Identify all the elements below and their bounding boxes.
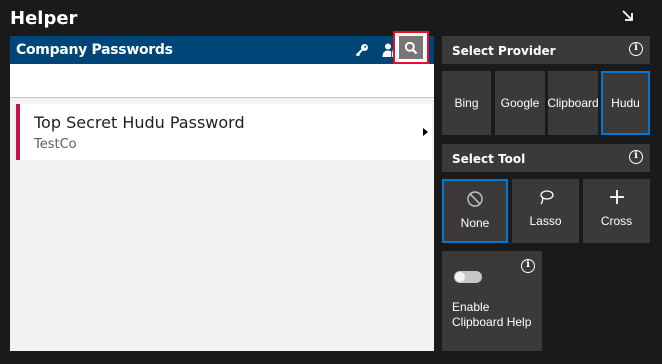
select-tool-title: Select Tool: [452, 152, 526, 166]
provider-label: Google: [500, 96, 540, 110]
plus-icon: [609, 190, 624, 204]
collapse-arrow-icon[interactable]: [620, 8, 636, 24]
prohibited-icon: [467, 191, 483, 207]
provider-google-button[interactable]: Google: [495, 71, 545, 135]
info-icon[interactable]: [521, 259, 535, 273]
company-passwords-panel: Company Passwords Top Secret Hudu Passwo…: [10, 36, 434, 351]
tool-cross-button[interactable]: Cross: [583, 179, 650, 243]
search-button-face: [399, 36, 423, 59]
provider-bing-button[interactable]: Bing: [442, 71, 491, 135]
tool-label: Cross: [600, 214, 633, 228]
toggle-knob: [455, 272, 465, 282]
clipboard-help-label: Enable Clipboard Help: [452, 300, 532, 329]
select-tool-header: Select Tool: [442, 144, 650, 172]
search-icon: [404, 41, 418, 54]
search-row: [10, 64, 434, 98]
chevron-right-icon: [423, 128, 428, 136]
lasso-icon: [539, 190, 554, 205]
select-provider-header: Select Provider: [442, 36, 650, 64]
panel-title: Company Passwords: [16, 42, 173, 58]
info-icon[interactable]: [629, 42, 643, 56]
provider-hudu-button[interactable]: Hudu: [601, 71, 650, 135]
tool-lasso-button[interactable]: Lasso: [512, 179, 579, 243]
result-subtitle: TestCo: [34, 137, 77, 152]
app-title: Helper: [10, 8, 78, 29]
tool-label: Lasso: [529, 214, 562, 228]
provider-label: Bing: [454, 96, 479, 110]
provider-label: Clipboard: [547, 96, 599, 110]
tool-label: None: [460, 216, 490, 230]
provider-clipboard-button[interactable]: Clipboard: [547, 71, 599, 135]
key-icon[interactable]: [354, 42, 370, 58]
info-icon[interactable]: [629, 150, 643, 164]
select-provider-title: Select Provider: [452, 44, 556, 58]
search-button[interactable]: [393, 31, 429, 64]
result-item[interactable]: Top Secret Hudu Password TestCo: [16, 104, 432, 160]
clipboard-help-card: Enable Clipboard Help: [442, 251, 542, 351]
tool-none-button[interactable]: None: [442, 179, 508, 243]
result-title: Top Secret Hudu Password: [34, 113, 245, 132]
clipboard-help-toggle[interactable]: [454, 271, 482, 283]
search-input[interactable]: [10, 64, 402, 97]
provider-label: Hudu: [611, 96, 640, 110]
panel-header: Company Passwords: [10, 36, 434, 64]
